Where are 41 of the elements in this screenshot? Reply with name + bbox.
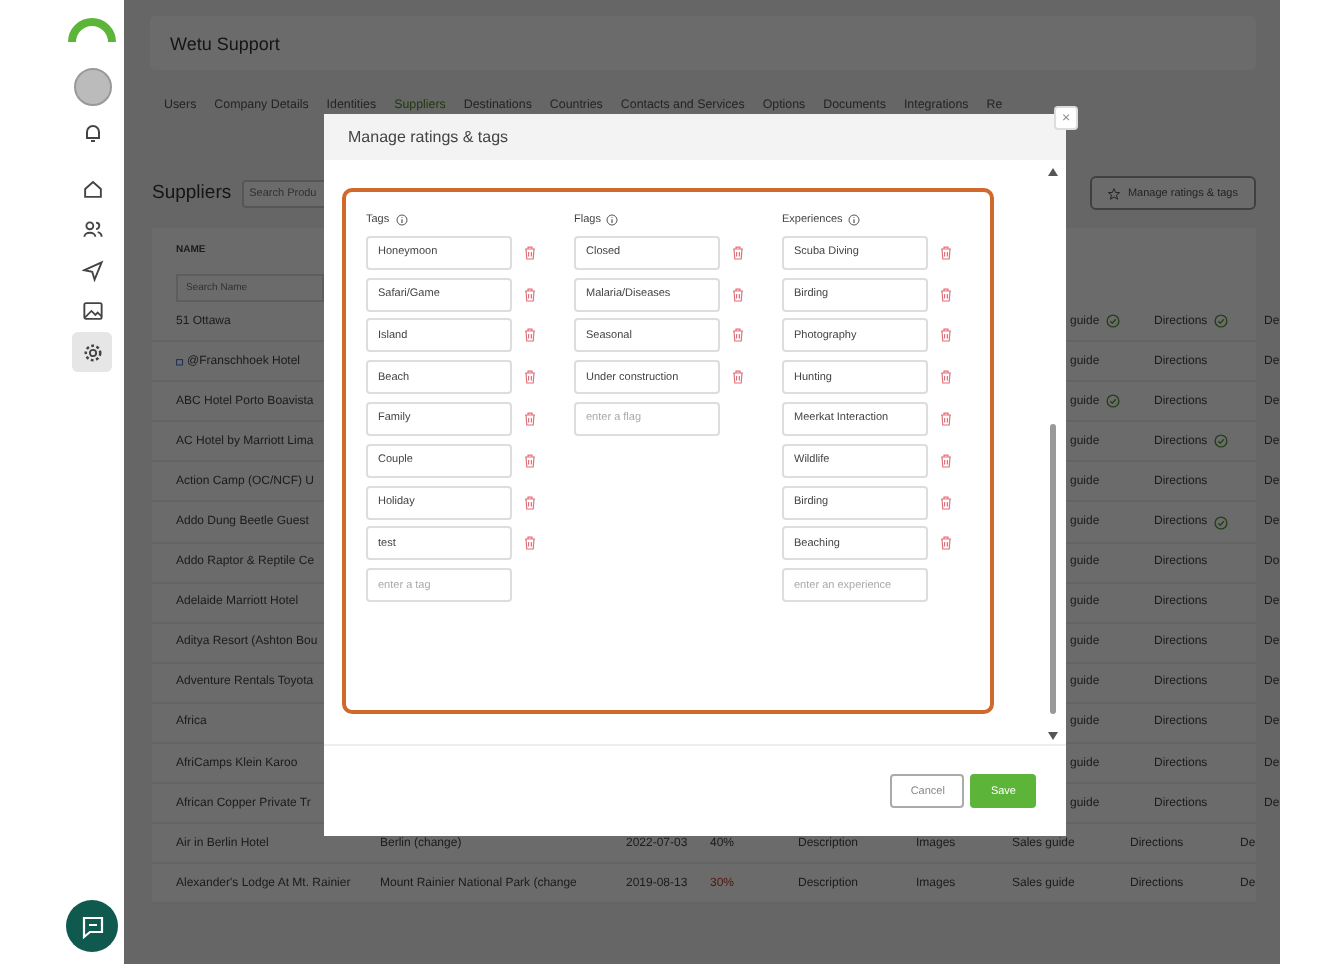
- star-icon: [1107, 187, 1120, 199]
- page-heading: Suppliers: [152, 182, 232, 204]
- chat-icon: [79, 913, 105, 939]
- delete-icon[interactable]: [940, 245, 952, 260]
- image-icon: [81, 300, 103, 322]
- delete-icon[interactable]: [524, 370, 536, 385]
- delete-icon[interactable]: [940, 411, 952, 426]
- delete-icon[interactable]: [524, 245, 536, 260]
- avatar[interactable]: [73, 68, 111, 106]
- info-icon[interactable]: [606, 214, 619, 226]
- bell-icon[interactable]: [81, 122, 103, 144]
- delete-icon[interactable]: [732, 245, 744, 260]
- delete-icon[interactable]: [524, 328, 536, 343]
- info-icon[interactable]: [395, 214, 408, 226]
- delete-icon[interactable]: [732, 328, 744, 343]
- settings-icon: [81, 341, 103, 363]
- delete-icon[interactable]: [524, 287, 536, 302]
- delete-icon[interactable]: [940, 328, 952, 343]
- delete-icon[interactable]: [940, 370, 952, 385]
- delete-icon[interactable]: [940, 287, 952, 302]
- delete-icon[interactable]: [524, 495, 536, 510]
- sidebar-item[interactable]: [72, 332, 112, 372]
- delete-icon[interactable]: [524, 536, 536, 551]
- scroll-up-icon[interactable]: [1047, 168, 1057, 176]
- delete-icon[interactable]: [940, 495, 952, 510]
- delete-icon[interactable]: [940, 453, 952, 468]
- delete-icon[interactable]: [940, 536, 952, 551]
- delete-icon[interactable]: [524, 453, 536, 468]
- app-title: Wetu Support: [170, 33, 280, 53]
- info-icon[interactable]: [848, 214, 861, 226]
- delete-icon[interactable]: [732, 287, 744, 302]
- scroll-down-icon[interactable]: [1047, 732, 1057, 740]
- modal-title: Manage ratings & tags: [348, 128, 509, 146]
- delete-icon[interactable]: [524, 411, 536, 426]
- chat-button[interactable]: [66, 900, 118, 952]
- scrollbar[interactable]: [1046, 168, 1058, 740]
- logo-icon[interactable]: [68, 16, 116, 42]
- delete-icon[interactable]: [732, 370, 744, 385]
- paper-plane-icon: [81, 259, 103, 281]
- home-icon: [81, 177, 103, 199]
- users-icon: [81, 218, 103, 240]
